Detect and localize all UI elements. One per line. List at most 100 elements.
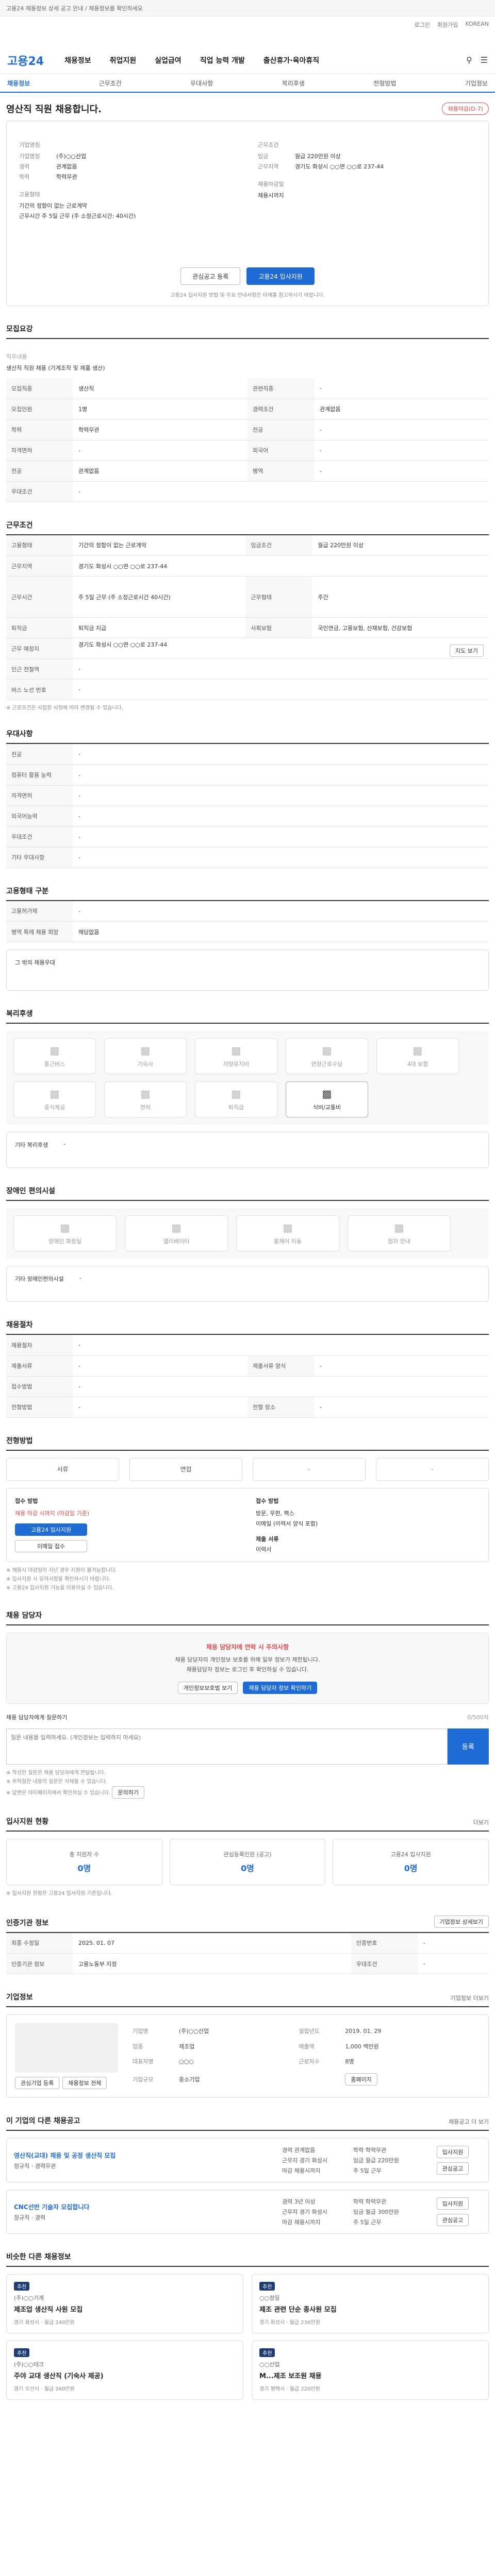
section-title: 모집요강: [6, 324, 489, 339]
money-icon: ▩: [231, 1088, 241, 1100]
facility-item: ▩ 휠체어 이동: [236, 1215, 339, 1251]
section-title: 이 기업의 다른 채용공고: [6, 2117, 80, 2126]
facility-item: ▩ 점자 안내: [348, 1215, 451, 1251]
alert-text-2: 채용담당자 정보는 로그인 후 확인하실 수 있습니다.: [186, 1666, 309, 1673]
job-badge: 추천: [14, 2348, 30, 2358]
list-item[interactable]: CNC선반 기술자 모집합니다 정규직 · 경력 경력 3년 이상 학력 학력무관…: [6, 2190, 489, 2234]
privacy-button[interactable]: 개인정보보호법 보기: [177, 1681, 238, 1694]
alert-title: 채용 담당자에 연락 시 주의사항: [206, 1643, 289, 1651]
welfare-etc: 기타 복리후생 -: [6, 1132, 489, 1168]
section-welfare: 복리후생 ▩ 통근버스 ▩ 기숙사 ▩ 차량유지비 ▩ 연장근로수당 ▩ 4대 보험 ▩ 중…: [6, 1008, 489, 1168]
tab-welfare[interactable]: 복리후생: [282, 79, 305, 88]
job-desc-text: 생산직 직원 채용 (기계조작 및 제품 생산): [6, 365, 105, 371]
tab-preference[interactable]: 우대사항: [190, 79, 213, 88]
summary-deadline-label: 채용마감일: [258, 181, 284, 188]
menu-item-leave[interactable]: 출산휴가·육아휴직: [263, 55, 319, 65]
company-table: 기업명 (주)○○산업 설립년도 2019. 01. 29 업종 제조업 매출액 1,000…: [128, 2023, 480, 2089]
tab-company[interactable]: 기업정보: [465, 79, 488, 88]
meta-table: 최종 수정일 2025. 01. 07 인증번호 - 인증기관 정보 고용노동부 지정 우…: [6, 1933, 489, 1975]
job-card[interactable]: 추천 ○○정밀 제조 관련 단순 종사원 모집 경기 화성시 · 월급 230만원: [252, 2274, 489, 2334]
company-detail-button[interactable]: 기업정보 상세보기: [434, 1915, 489, 1928]
section-similar-jobs: 비슷한 다른 채용정보 추천 (주)○○기계 제조업 생산직 사원 모집 경기 화성시…: [6, 2251, 489, 2400]
scrap-button[interactable]: 관심공고 등록: [180, 267, 241, 285]
job-summary-card: 기업명칭 기업명칭 (주)○○산업 경력 관계없음 학력 학력무관 고용형태 기간의 …: [6, 121, 489, 306]
section-title: 근무조건: [6, 520, 489, 535]
section-contact: 채용 담당자 채용 담당자에 연락 시 주의사항 채용 담당자의 개인정보 보호…: [6, 1610, 489, 1799]
section-facility: 장애인 편의시설 ▩ 장애인 화장실 ▩ 엘리베이터 ▩ 휠체어 이동 ▩ 점자 안내 …: [6, 1185, 489, 1302]
table-row: 근무 예정지 경기도 화성시 ○○면 ○○로 237-44 지도 보기: [6, 638, 489, 659]
transport-icon: ▩: [322, 1088, 332, 1100]
map-button[interactable]: 지도 보기: [450, 644, 484, 657]
list-item[interactable]: 영산직(교대) 채용 및 공정 생산직 모집 정규직 · 경력무관 경력 관계없…: [6, 2138, 489, 2183]
apply-button[interactable]: 고용24 입사지원: [246, 267, 315, 285]
favorite-company-button[interactable]: 관심기업 등록: [15, 2077, 60, 2090]
gnb-icons: ⚲ ☰: [466, 55, 488, 65]
job-card[interactable]: 추천 ○○산업 M...제조 보조원 채용 경기 평택시 · 월급 220만원: [252, 2341, 489, 2400]
job-card[interactable]: 추천 (주)○○기계 제조업 생산직 사원 모집 경기 화성시 · 월급 240만원: [6, 2274, 243, 2334]
site-logo[interactable]: 고용24: [7, 52, 44, 69]
summary-hours: 근무시간 주 5일 근무 (주 소정근로시간: 40시간): [19, 213, 136, 219]
homepage-button[interactable]: 홈페이지: [345, 2073, 377, 2086]
shield-icon: ▩: [412, 1044, 423, 1057]
menu-item-training[interactable]: 직업 능력 개발: [200, 55, 245, 65]
section-meta: 인증기관 정보 기업정보 상세보기 최종 수정일 2025. 01. 07 인증번호…: [6, 1915, 489, 1975]
table-row: 기타 우대사항 -: [6, 847, 489, 868]
other-jobs-more-link[interactable]: 채용공고 더 보기: [449, 2117, 489, 2126]
apply-email-button[interactable]: 이메일 접수: [15, 1539, 87, 1552]
company-jobs-button[interactable]: 채용정보 전체: [62, 2077, 107, 2090]
job-link[interactable]: CNC선반 기술자 모집합니다: [14, 2202, 274, 2211]
summary-wage: 임금 월급 220만원 이상: [258, 153, 341, 160]
company-more-link[interactable]: 기업정보 더보기: [451, 1994, 489, 2002]
table-row: 채용절차 -: [6, 1335, 489, 1356]
menu-icon[interactable]: ☰: [481, 55, 488, 65]
question-submit-button[interactable]: 등록: [448, 1728, 489, 1765]
stat-item: 고용24 입사지원 0명: [333, 1838, 489, 1885]
summary-actions: 관심공고 등록 고용24 입사지원: [7, 267, 488, 285]
table-row: 모집직종 생산직 관련직종 -: [6, 378, 489, 399]
join-link[interactable]: 회원가입: [437, 21, 458, 42]
tab-recruit[interactable]: 채용정보: [7, 79, 30, 88]
inquiry-button[interactable]: 문의하기: [112, 1786, 144, 1799]
welfare-item: ▩ 통근버스: [13, 1038, 96, 1074]
elevator-icon: ▩: [171, 1222, 182, 1234]
top-notice-bar: 고용24 채용정보 상세 공고 안내 / 채용정보를 확인하세요: [0, 0, 495, 16]
welfare-item: ▩ 차량유지비: [195, 1038, 277, 1074]
similar-row: 추천 (주)○○기계 제조업 생산직 사원 모집 경기 화성시 · 월급 240만원 …: [6, 2274, 489, 2334]
facility-etc: 기타 장애인편의시설 -: [6, 1266, 489, 1302]
summary-form: 기간의 정함이 없는 근로계약: [19, 202, 87, 209]
condition-table: 고용형태 기간의 정함이 없는 근로계약 임금조건 월급 220만원 이상 근무지역 경…: [6, 535, 489, 700]
section-procedure: 채용절차 채용절차 - 제출서류 - 제출서류 양식 - 접수방법 - 전형방법 - 전형 장…: [6, 1319, 489, 1418]
table-row: 인근 전철역 -: [6, 658, 489, 680]
menu-item-support[interactable]: 취업지원: [110, 55, 137, 65]
search-icon[interactable]: ⚲: [466, 55, 472, 65]
apply-online-button[interactable]: 고용24 입사지원: [15, 1523, 87, 1536]
main-menu: 채용정보 취업지원 실업급여 직업 능력 개발 출산휴가·육아휴직: [64, 55, 466, 65]
login-link[interactable]: 로그인: [415, 21, 430, 42]
company-logo: [15, 2023, 118, 2073]
tab-condition[interactable]: 근무조건: [99, 79, 122, 88]
table-row: 외국어능력 -: [6, 806, 489, 827]
meal-icon: ▩: [50, 1088, 60, 1100]
stat-item: 총 지원자 수 0명: [6, 1838, 162, 1885]
tab-screening[interactable]: 전형방법: [373, 79, 396, 88]
job-badge: 추천: [14, 2282, 30, 2291]
scrap-button[interactable]: 관심공고: [436, 2214, 469, 2227]
screening-step: 면접: [129, 1458, 242, 1481]
employment-type-table: 고용허가제 - 병역 특례 채용 희망 해당없음: [6, 901, 489, 942]
menu-item-jobs[interactable]: 채용정보: [64, 55, 91, 65]
menu-item-benefit[interactable]: 실업급여: [155, 55, 182, 65]
stats-more-link[interactable]: 더보기: [473, 1818, 489, 1826]
qa-form: 등록: [6, 1728, 489, 1765]
question-input[interactable]: [6, 1728, 448, 1765]
language-select[interactable]: KOREAN: [465, 21, 489, 42]
summary-company: 기업명칭 (주)○○산업: [19, 153, 87, 160]
section-company: 기업정보 기업정보 더보기 관심기업 등록 채용정보 전체 기업명 (주)○○산업…: [6, 1992, 489, 2098]
apply-button[interactable]: 입사지원: [436, 2197, 469, 2210]
scrap-button[interactable]: 관심공고: [436, 2162, 469, 2175]
utility-bar: 로그인 회원가입 KOREAN: [0, 16, 495, 46]
apply-button[interactable]: 입사지원: [436, 2146, 469, 2159]
section-condition: 근무조건 고용형태 기간의 정함이 없는 근로계약 임금조건 월급 220만원 이상 …: [6, 520, 489, 711]
contact-info-button[interactable]: 채용 담당자 정보 확인하기: [243, 1681, 318, 1694]
job-card[interactable]: 추천 (주)○○테크 주야 교대 생산직 (기숙사 제공) 경기 오산시 · 월급 2…: [6, 2341, 243, 2400]
job-link[interactable]: 영산직(교대) 채용 및 공정 생산직 모집: [14, 2151, 274, 2160]
